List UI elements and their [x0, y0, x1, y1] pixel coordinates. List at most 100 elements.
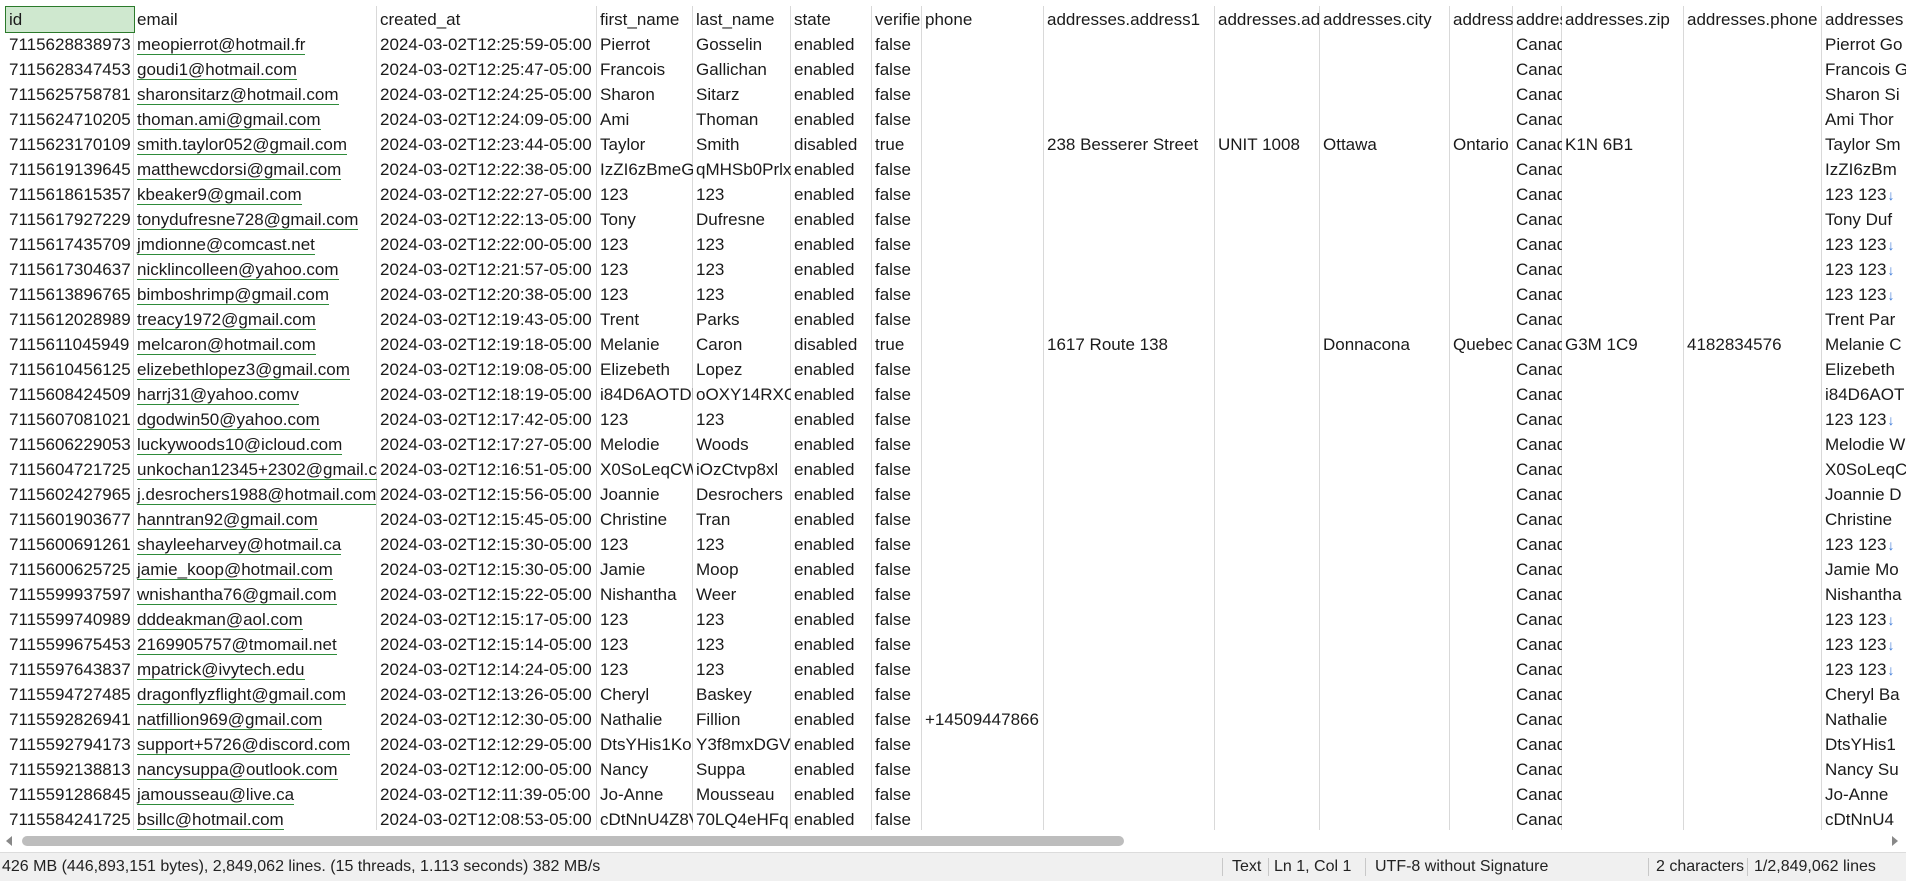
- cell-name[interactable]: cDtNnU4: [1822, 807, 1906, 832]
- cell-aphone[interactable]: [1684, 307, 1822, 332]
- cell-last_name[interactable]: Lopez: [693, 357, 791, 382]
- header-cell-address1[interactable]: addresses.address1: [1044, 7, 1215, 32]
- cell-zip[interactable]: [1562, 32, 1684, 57]
- cell-state[interactable]: enabled: [791, 182, 872, 207]
- cell-verified[interactable]: false: [872, 282, 922, 307]
- cell-address2[interactable]: [1215, 732, 1320, 757]
- cell-verified[interactable]: false: [872, 207, 922, 232]
- cell-state[interactable]: enabled: [791, 457, 872, 482]
- email-link[interactable]: meopierrot@hotmail.fr: [137, 35, 306, 55]
- cell-id[interactable]: 7115612028989: [6, 307, 134, 332]
- cell-last_name[interactable]: Fillion: [693, 707, 791, 732]
- cell-first_name[interactable]: Ami: [597, 107, 693, 132]
- cell-province[interactable]: [1450, 207, 1513, 232]
- cell-province[interactable]: [1450, 482, 1513, 507]
- header-cell-first_name[interactable]: first_name: [597, 7, 693, 32]
- cell-city[interactable]: [1320, 157, 1450, 182]
- cell-last_name[interactable]: 123: [693, 532, 791, 557]
- cell-name[interactable]: Ami Thor: [1822, 107, 1906, 132]
- cell-aphone[interactable]: [1684, 282, 1822, 307]
- cell-city[interactable]: [1320, 232, 1450, 257]
- cell-last_name[interactable]: 123: [693, 407, 791, 432]
- cell-name[interactable]: Nathalie: [1822, 707, 1906, 732]
- cell-last_name[interactable]: Y3f8mxDGV: [693, 732, 791, 757]
- cell-aphone[interactable]: [1684, 457, 1822, 482]
- cell-created_at[interactable]: 2024-03-02T12:25:59-05:00: [377, 32, 597, 57]
- table-row[interactable]: 7115611045949 melcaron@hotmail.com 2024-03…: [0, 332, 1906, 357]
- cell-id[interactable]: 7115623170109: [6, 132, 134, 157]
- cell-name[interactable]: Melodie W: [1822, 432, 1906, 457]
- cell-id[interactable]: 7115628838973: [6, 32, 134, 57]
- cell-country[interactable]: Canad: [1513, 457, 1562, 482]
- cell-address1[interactable]: [1044, 707, 1215, 732]
- cell-last_name[interactable]: Baskey: [693, 682, 791, 707]
- cell-id[interactable]: 7115600691261: [6, 532, 134, 557]
- cell-created_at[interactable]: 2024-03-02T12:19:08-05:00: [377, 357, 597, 382]
- cell-id[interactable]: 7115599937597: [6, 582, 134, 607]
- table-row[interactable]: 7115584241725 bsillc@hotmail.com 2024-03-0…: [0, 807, 1906, 832]
- cell-country[interactable]: Canad: [1513, 82, 1562, 107]
- cell-last_name[interactable]: Smith: [693, 132, 791, 157]
- email-link[interactable]: matthewcdorsi@gmail.com: [137, 160, 342, 180]
- cell-first_name[interactable]: 123: [597, 232, 693, 257]
- cell-name[interactable]: Pierrot Go: [1822, 32, 1906, 57]
- cell-address1[interactable]: 1617 Route 138: [1044, 332, 1215, 357]
- cell-address1[interactable]: [1044, 382, 1215, 407]
- cell-address2[interactable]: [1215, 207, 1320, 232]
- cell-first_name[interactable]: 123: [597, 257, 693, 282]
- cell-last_name[interactable]: Mousseau: [693, 782, 791, 807]
- cell-city[interactable]: [1320, 207, 1450, 232]
- cell-aphone[interactable]: [1684, 32, 1822, 57]
- cell-aphone[interactable]: [1684, 782, 1822, 807]
- cell-id[interactable]: 7115597643837: [6, 657, 134, 682]
- table-row[interactable]: 7115607081021 dgodwin50@yahoo.com 2024-03-…: [0, 407, 1906, 432]
- cell-state[interactable]: enabled: [791, 407, 872, 432]
- cell-email[interactable]: mpatrick@ivytech.edu: [134, 657, 377, 682]
- cell-zip[interactable]: [1562, 682, 1684, 707]
- cell-email[interactable]: jmdionne@comcast.net: [134, 232, 377, 257]
- table-row[interactable]: 7115592826941 natfillion969@gmail.com 2024…: [0, 707, 1906, 732]
- cell-name[interactable]: 123 123↓: [1822, 182, 1906, 207]
- cell-country[interactable]: Canad: [1513, 757, 1562, 782]
- cell-name[interactable]: Melanie C: [1822, 332, 1906, 357]
- table-row[interactable]: 7115623170109 smith.taylor052@gmail.com 20…: [0, 132, 1906, 157]
- cell-state[interactable]: enabled: [791, 482, 872, 507]
- cell-address1[interactable]: [1044, 482, 1215, 507]
- cell-city[interactable]: [1320, 557, 1450, 582]
- header-cell-address2[interactable]: addresses.ad: [1215, 7, 1320, 32]
- cell-address1[interactable]: [1044, 532, 1215, 557]
- cell-name[interactable]: DtsYHis1: [1822, 732, 1906, 757]
- cell-last_name[interactable]: 123: [693, 607, 791, 632]
- cell-city[interactable]: [1320, 57, 1450, 82]
- cell-province[interactable]: [1450, 407, 1513, 432]
- cell-first_name[interactable]: i84D6AOTDk: [597, 382, 693, 407]
- header-cell-id[interactable]: id: [5, 6, 135, 33]
- cell-name[interactable]: Trent Par: [1822, 307, 1906, 332]
- cell-last_name[interactable]: Parks: [693, 307, 791, 332]
- cell-address2[interactable]: [1215, 32, 1320, 57]
- cell-country[interactable]: Canad: [1513, 357, 1562, 382]
- table-row[interactable]: 7115602427965 j.desrochers1988@hotmail.co…: [0, 482, 1906, 507]
- cell-aphone[interactable]: [1684, 682, 1822, 707]
- cell-created_at[interactable]: 2024-03-02T12:08:53-05:00: [377, 807, 597, 832]
- cell-country[interactable]: Canad: [1513, 182, 1562, 207]
- cell-name[interactable]: Taylor Sm: [1822, 132, 1906, 157]
- cell-email[interactable]: jamousseau@live.ca: [134, 782, 377, 807]
- cell-phone[interactable]: [922, 107, 1044, 132]
- cell-city[interactable]: [1320, 257, 1450, 282]
- cell-created_at[interactable]: 2024-03-02T12:12:30-05:00: [377, 707, 597, 732]
- cell-email[interactable]: nicklincolleen@yahoo.com: [134, 257, 377, 282]
- cell-state[interactable]: enabled: [791, 707, 872, 732]
- cell-verified[interactable]: false: [872, 82, 922, 107]
- email-link[interactable]: bimboshrimp@gmail.com: [137, 285, 330, 305]
- cell-last_name[interactable]: Caron: [693, 332, 791, 357]
- cell-id[interactable]: 7115617435709: [6, 232, 134, 257]
- cell-city[interactable]: [1320, 657, 1450, 682]
- table-row[interactable]: 7115599675453 2169905757@tmomail.net 2024-…: [0, 632, 1906, 657]
- cell-country[interactable]: Canad: [1513, 732, 1562, 757]
- cell-province[interactable]: [1450, 757, 1513, 782]
- cell-address2[interactable]: [1215, 307, 1320, 332]
- cell-created_at[interactable]: 2024-03-02T12:22:38-05:00: [377, 157, 597, 182]
- email-link[interactable]: nicklincolleen@yahoo.com: [137, 260, 339, 280]
- table-row[interactable]: 7115591286845 jamousseau@live.ca 2024-03-0…: [0, 782, 1906, 807]
